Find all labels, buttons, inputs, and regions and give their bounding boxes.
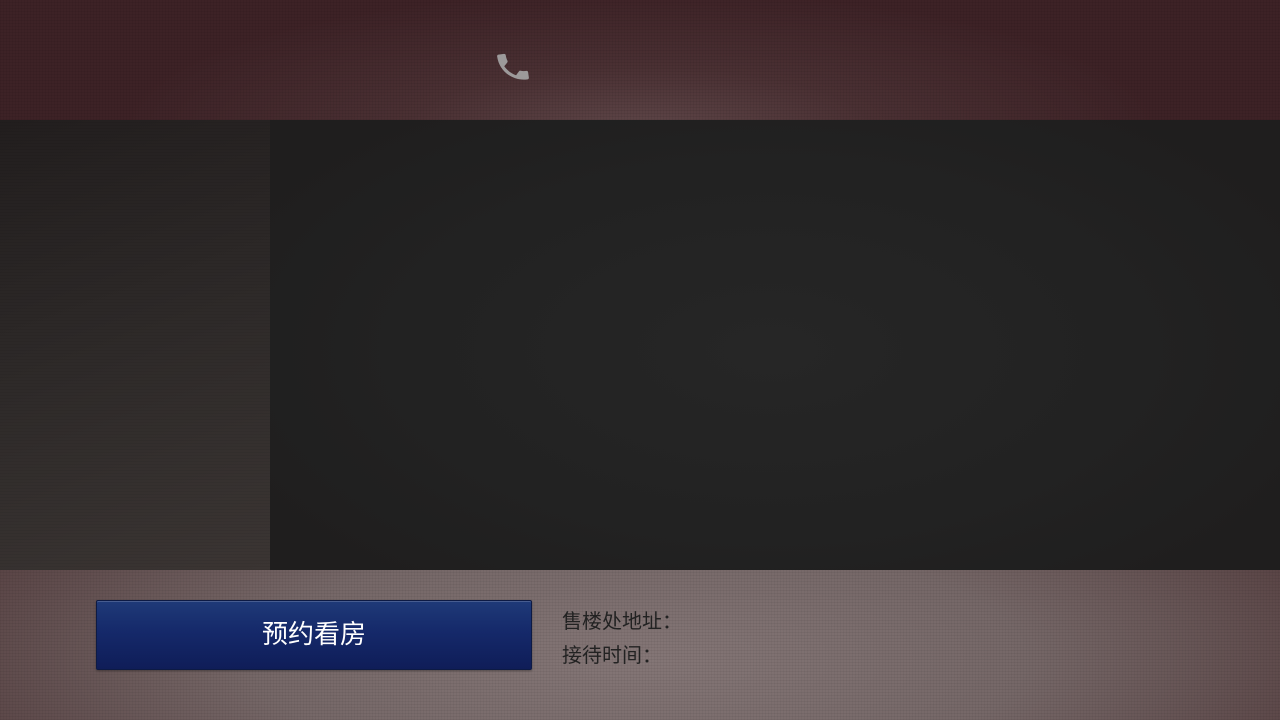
phone-icon xyxy=(497,53,529,80)
footer-bar: 预约看房 售楼处地址： 接待时间： xyxy=(0,570,1280,720)
app-page: 预约看房 售楼处地址： 接待时间： xyxy=(0,0,1280,720)
sales-info: 售楼处地址： 接待时间： xyxy=(562,604,682,672)
side-panel xyxy=(0,120,270,570)
book-viewing-button[interactable]: 预约看房 xyxy=(96,600,532,670)
main-content-area xyxy=(270,120,1280,570)
sales-office-address-label: 售楼处地址： xyxy=(562,609,682,633)
header-bar xyxy=(0,0,1280,120)
reception-hours-label: 接待时间： xyxy=(562,643,662,667)
